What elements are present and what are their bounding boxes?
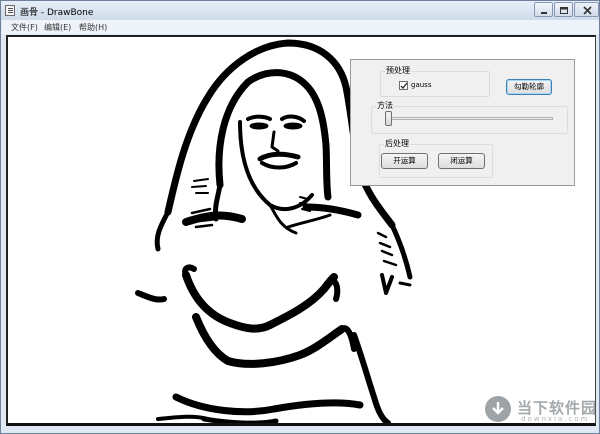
gauss-checkbox[interactable] [399, 81, 408, 90]
method-label: 方法 [376, 100, 394, 111]
minimize-button[interactable] [534, 2, 553, 17]
method-slider-track[interactable] [388, 117, 553, 120]
watermark: 当下软件园 downxia.com [479, 395, 596, 427]
gauss-label: gauss [411, 81, 432, 89]
control-panel: 预处理 gauss 勾勒轮廓 方法 后处理 开运算 闭运算 [350, 59, 575, 186]
close-icon [583, 6, 592, 15]
outline-button[interactable]: 勾勒轮廓 [506, 79, 552, 95]
close-operation-button[interactable]: 闭运算 [438, 153, 485, 169]
checkmark-icon [400, 82, 408, 89]
maximize-icon [560, 7, 568, 14]
menu-help[interactable]: 帮助(H) [79, 22, 107, 33]
app-icon [5, 5, 15, 16]
maximize-button[interactable] [554, 2, 573, 17]
method-slider-thumb[interactable] [385, 111, 392, 126]
menu-bar: 文件(F) 编辑(E) 帮助(H) [2, 20, 599, 34]
app-window: 画骨 - DrawBone 文件(F) 编辑(E) 帮助(H) 预处理 gaus… [0, 0, 600, 434]
open-operation-button[interactable]: 开运算 [381, 153, 428, 169]
preprocess-label: 预处理 [385, 65, 411, 76]
close-button[interactable] [574, 2, 599, 17]
preprocess-group: 预处理 [380, 65, 490, 97]
menu-edit[interactable]: 编辑(E) [44, 22, 71, 33]
postprocess-label: 后处理 [384, 138, 410, 149]
window-title: 画骨 - DrawBone [20, 8, 94, 18]
title-bar[interactable]: 画骨 - DrawBone [1, 1, 599, 20]
method-group: 方法 [371, 100, 568, 134]
menu-file[interactable]: 文件(F) [11, 22, 38, 33]
download-icon [485, 396, 511, 422]
minimize-icon [541, 12, 547, 14]
watermark-subtext: downxia.com [521, 415, 590, 423]
